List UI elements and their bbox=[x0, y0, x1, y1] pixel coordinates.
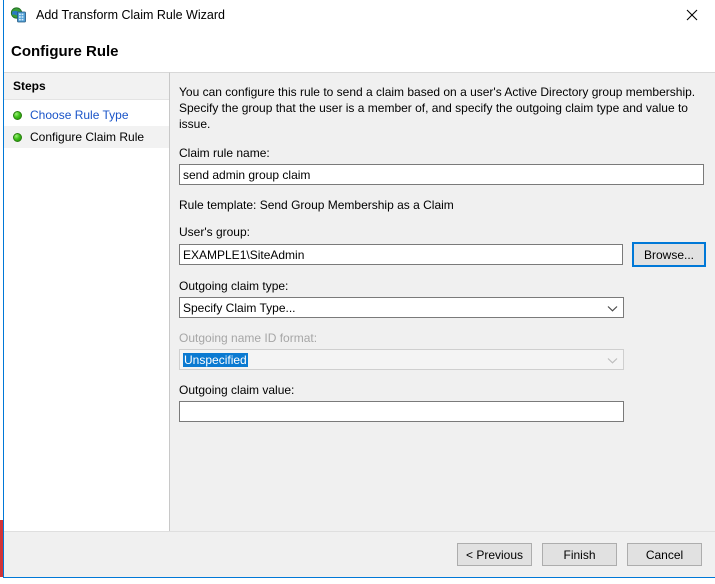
outgoing-claim-type-label: Outgoing claim type: bbox=[179, 279, 707, 293]
outgoing-claim-type-select[interactable]: Specify Claim Type... bbox=[179, 297, 624, 318]
title-bar: Add Transform Claim Rule Wizard bbox=[4, 0, 715, 30]
users-group-value: EXAMPLE1\SiteAdmin bbox=[183, 248, 304, 262]
page-title: Configure Rule bbox=[4, 30, 715, 72]
intro-description: You can configure this rule to send a cl… bbox=[179, 84, 707, 132]
sidebar-item-choose-rule-type[interactable]: Choose Rule Type bbox=[4, 104, 169, 126]
outgoing-claim-value-input[interactable] bbox=[179, 401, 624, 422]
outgoing-name-id-format-select: Unspecified bbox=[179, 349, 624, 370]
steps-sidebar: Steps Choose Rule Type Configure Claim R… bbox=[4, 72, 170, 531]
close-icon[interactable] bbox=[669, 0, 715, 30]
previous-button[interactable]: < Previous bbox=[457, 543, 532, 566]
steps-heading: Steps bbox=[4, 73, 169, 100]
browse-button[interactable]: Browse... bbox=[633, 243, 705, 266]
claim-rule-name-label: Claim rule name: bbox=[179, 146, 707, 160]
content-panel: You can configure this rule to send a cl… bbox=[170, 72, 715, 531]
users-group-label: User's group: bbox=[179, 225, 707, 239]
outgoing-claim-type-value: Specify Claim Type... bbox=[183, 301, 296, 315]
green-dot-icon bbox=[13, 111, 22, 120]
claim-rule-name-value: send admin group claim bbox=[183, 168, 310, 182]
sidebar-item-label: Configure Claim Rule bbox=[30, 130, 144, 144]
rule-template-text: Rule template: Send Group Membership as … bbox=[179, 198, 707, 212]
outgoing-claim-value-label: Outgoing claim value: bbox=[179, 383, 707, 397]
dialog-footer: < Previous Finish Cancel bbox=[4, 531, 715, 577]
green-dot-icon bbox=[13, 133, 22, 142]
dialog-body: Steps Choose Rule Type Configure Claim R… bbox=[4, 72, 715, 531]
users-group-input[interactable]: EXAMPLE1\SiteAdmin bbox=[179, 244, 623, 265]
wizard-globe-icon bbox=[10, 6, 28, 24]
chevron-down-icon bbox=[607, 354, 618, 366]
claim-rule-name-input[interactable]: send admin group claim bbox=[179, 164, 704, 185]
finish-button[interactable]: Finish bbox=[542, 543, 617, 566]
steps-list: Choose Rule Type Configure Claim Rule bbox=[4, 100, 169, 148]
sidebar-item-label: Choose Rule Type bbox=[30, 108, 129, 122]
outgoing-name-id-format-value: Unspecified bbox=[183, 353, 248, 367]
wizard-dialog: Add Transform Claim Rule Wizard Configur… bbox=[3, 0, 715, 578]
sidebar-item-configure-claim-rule[interactable]: Configure Claim Rule bbox=[4, 126, 169, 148]
window-title: Add Transform Claim Rule Wizard bbox=[36, 8, 225, 22]
chevron-down-icon bbox=[607, 302, 618, 314]
cancel-button[interactable]: Cancel bbox=[627, 543, 702, 566]
users-group-row: EXAMPLE1\SiteAdmin Browse... bbox=[179, 243, 707, 266]
outgoing-name-id-format-label: Outgoing name ID format: bbox=[179, 331, 707, 345]
